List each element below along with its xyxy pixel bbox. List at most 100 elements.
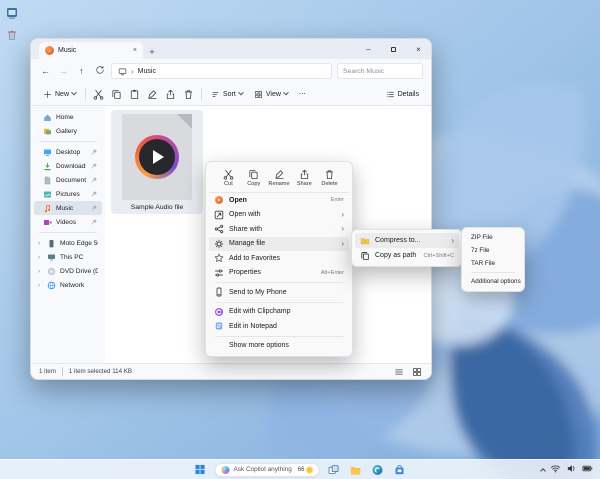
paste-button[interactable] — [127, 87, 142, 102]
forward-button[interactable]: → — [57, 66, 70, 76]
menu-item-open[interactable]: Open Enter — [209, 193, 349, 208]
menu-item-share-with[interactable]: Share with › — [209, 222, 349, 237]
weather-widget[interactable]: 66 — [298, 467, 313, 473]
copy-button[interactable] — [109, 87, 124, 102]
sidebar-item-videos[interactable]: Videos — [34, 215, 102, 229]
share-button[interactable] — [163, 87, 178, 102]
favorites-star-icon — [214, 253, 224, 263]
open-app-icon — [214, 195, 224, 205]
search-input[interactable] — [337, 63, 423, 79]
rename-icon — [274, 169, 285, 180]
sidebar-item-label: Network — [60, 282, 98, 289]
new-tab-button[interactable]: + — [143, 47, 161, 59]
view-grid-icon — [254, 90, 263, 99]
breadcrumb[interactable]: › Music — [111, 63, 332, 79]
view-label: View — [266, 91, 281, 98]
sidebar-item-downloads[interactable]: Downloads — [34, 159, 102, 173]
file-explorer-button[interactable] — [348, 462, 363, 477]
close-button[interactable]: × — [406, 39, 431, 59]
sidebar-item-music[interactable]: Music — [34, 201, 102, 215]
status-bar: 1 item 1 item selected 114 KB — [31, 363, 431, 379]
task-view-button[interactable] — [326, 462, 341, 477]
battery-icon[interactable] — [582, 461, 593, 479]
copy-quick-action[interactable]: Copy — [241, 167, 266, 189]
details-pane-button[interactable]: Details — [382, 88, 423, 101]
recycle-bin-icon[interactable] — [5, 28, 19, 42]
sidebar-item-pictures[interactable]: Pictures — [34, 187, 102, 201]
menu-item-properties[interactable]: Properties Alt+Enter — [209, 266, 349, 281]
menu-item-open-with[interactable]: Open with › — [209, 208, 349, 223]
wifi-icon[interactable] — [550, 461, 561, 479]
more-options-button[interactable]: ⋯ — [295, 88, 310, 100]
menu-item-manage-file[interactable]: Manage file › — [209, 237, 349, 252]
task-view-icon — [328, 464, 340, 476]
sidebar-item-dvd-drive[interactable]: › DVD Drive (D:) CCC — [34, 264, 102, 278]
sidebar-item-label: Downloads — [56, 163, 86, 170]
sidebar-item-desktop[interactable]: Desktop — [34, 145, 102, 159]
store-button[interactable] — [392, 462, 407, 477]
sidebar-item-gallery[interactable]: Gallery — [34, 124, 102, 138]
cut-button[interactable] — [91, 87, 106, 102]
tab-strip[interactable]: ♪ Music × + – × — [31, 39, 431, 59]
sidebar-item-label: Desktop — [56, 149, 86, 156]
tab-music[interactable]: ♪ Music × — [39, 42, 143, 59]
submenu-item-additional-options[interactable]: Additional options — [465, 275, 521, 288]
expand-chevron-icon[interactable]: › — [38, 240, 43, 247]
submenu-item-zip-file[interactable]: ZIP File — [465, 231, 521, 244]
sort-button[interactable]: Sort — [207, 88, 247, 101]
minimize-button[interactable]: – — [356, 39, 381, 59]
volume-icon[interactable] — [566, 461, 577, 479]
chevron-down-icon — [71, 90, 77, 96]
sidebar-item-home[interactable]: Home — [34, 110, 102, 124]
taskbar-search[interactable]: Ask Copilot anything 66 — [215, 463, 320, 477]
selection-info: 1 item selected 114 KB — [69, 368, 132, 375]
compress-to-submenu: ZIP File 7z File TAR File Additional opt… — [461, 227, 525, 292]
up-button[interactable]: ↑ — [75, 66, 88, 76]
file-sample-audio[interactable]: Sample Audio file — [111, 110, 203, 214]
sidebar-item-label: Home — [56, 114, 98, 121]
rename-quick-action[interactable]: Rename — [267, 167, 292, 189]
hidden-icons-chevron[interactable] — [540, 468, 546, 474]
delete-button[interactable] — [181, 87, 196, 102]
details-view-toggle[interactable] — [393, 366, 405, 378]
submenu-item-copy-as-path[interactable]: Copy as path Ctrl+Shift+C — [355, 248, 459, 263]
menu-item-edit-clipchamp[interactable]: Edit with Clipchamp — [209, 305, 349, 320]
details-label: Details — [398, 91, 419, 98]
cut-quick-action[interactable]: Cut — [216, 167, 241, 189]
breadcrumb-chevron-icon: › — [131, 67, 134, 76]
menu-item-edit-notepad[interactable]: Edit in Notepad — [209, 319, 349, 334]
expand-chevron-icon[interactable]: › — [38, 282, 43, 289]
sidebar-item-network[interactable]: › Network — [34, 278, 102, 292]
submenu-chevron-icon: › — [451, 237, 454, 245]
sidebar-item-documents[interactable]: Documents — [34, 173, 102, 187]
pictures-icon — [43, 190, 52, 199]
menu-item-add-to-favorites[interactable]: Add to Favorites — [209, 251, 349, 266]
submenu-item-tar-file[interactable]: TAR File — [465, 257, 521, 270]
sidebar-divider — [39, 141, 97, 142]
menu-item-send-to-phone[interactable]: Send to My Phone — [209, 285, 349, 300]
submenu-item-compress-to[interactable]: Compress to... › — [355, 233, 459, 248]
expand-chevron-icon[interactable]: › — [38, 254, 43, 261]
view-button[interactable]: View — [250, 88, 292, 101]
delete-quick-action[interactable]: Delete — [317, 167, 342, 189]
phone-icon — [214, 287, 224, 297]
start-button[interactable] — [193, 462, 208, 477]
new-button[interactable]: New — [39, 88, 80, 101]
maximize-button[interactable] — [381, 39, 406, 59]
menu-item-show-more-options[interactable]: Show more options — [209, 339, 349, 354]
expand-chevron-icon[interactable]: › — [38, 268, 43, 275]
share-quick-action[interactable]: Share — [292, 167, 317, 189]
thumbnail-view-toggle[interactable] — [411, 366, 423, 378]
plus-icon — [43, 90, 52, 99]
back-button[interactable]: ← — [39, 66, 52, 76]
close-tab-icon[interactable]: × — [133, 47, 137, 54]
sidebar-item-phone[interactable]: › Moto Edge 50 Neo — [34, 236, 102, 250]
system-tray — [541, 460, 593, 479]
sidebar-item-this-pc[interactable]: › This PC — [34, 250, 102, 264]
share-icon — [299, 169, 310, 180]
submenu-item-7z-file[interactable]: 7z File — [465, 244, 521, 257]
refresh-button[interactable] — [93, 65, 106, 77]
edge-button[interactable] — [370, 462, 385, 477]
rename-button[interactable] — [145, 87, 160, 102]
desktop-shortcut-icon[interactable] — [5, 6, 19, 20]
